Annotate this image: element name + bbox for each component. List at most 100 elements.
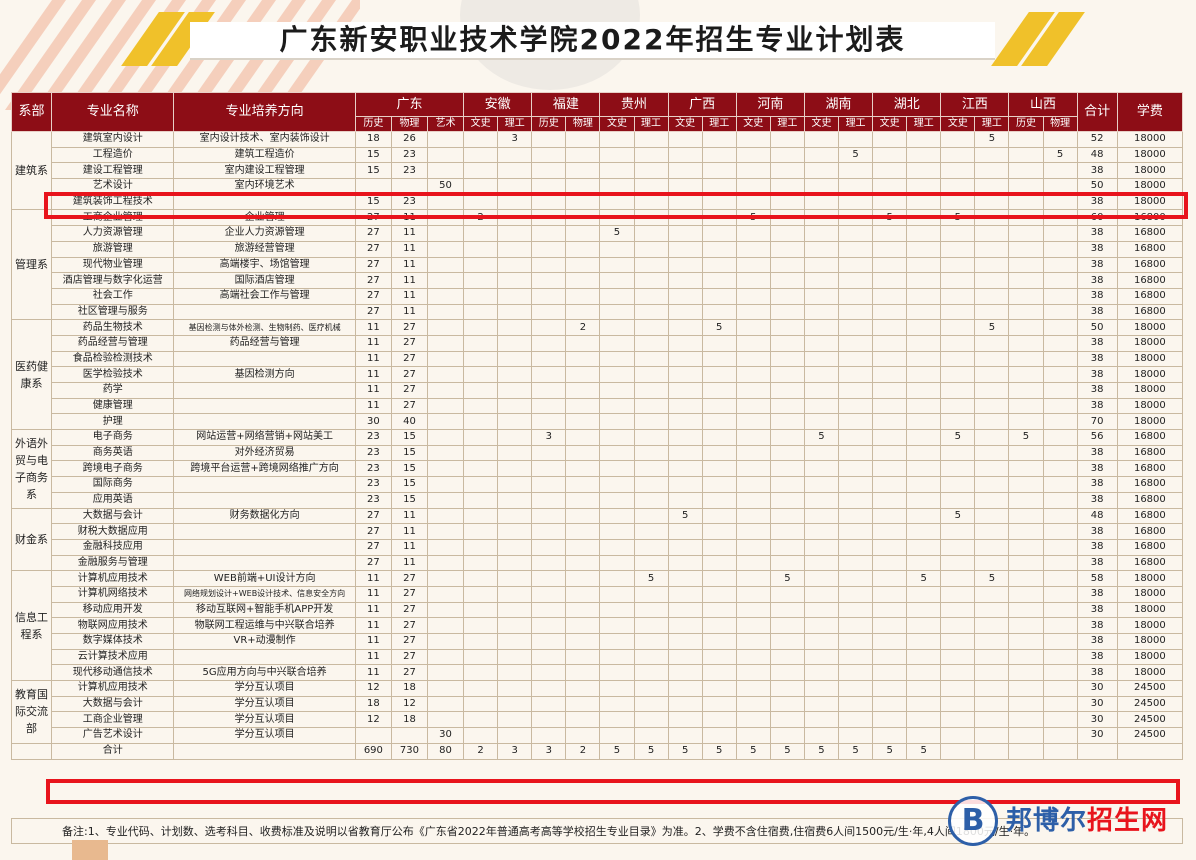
quota-cell [940,366,976,383]
quota-cell [838,382,874,399]
fee-cell: 16800 [1116,429,1184,446]
quota-cell [735,711,771,729]
quota-cell [354,727,392,744]
quota-cell [940,397,976,415]
quota-cell [906,240,942,258]
quota-cell: 18 [354,695,392,713]
fee-cell: 16800 [1116,240,1184,258]
dept-cell: 财金系 [10,507,53,572]
quota-cell [531,460,567,478]
quota-cell [974,491,1010,509]
header-dept: 系部 [10,92,53,132]
quota-cell [426,240,465,258]
quota-cell [599,507,635,525]
quota-cell [803,601,840,619]
quota-cell [735,476,771,493]
quota-cell [633,727,669,744]
fee-cell: 18000 [1116,131,1184,148]
quota-cell [872,585,908,603]
quota-cell [1042,272,1078,289]
quota-cell [497,319,533,336]
quota-cell [667,648,703,666]
subcol-header: 物理 [1042,116,1078,132]
fee-cell: 16800 [1116,256,1184,274]
quota-cell [803,695,840,713]
subcol-header: 理工 [633,116,669,132]
quota-cell [940,617,976,634]
quota-cell [565,664,601,682]
fee-cell: 16800 [1116,460,1184,478]
quota-cell [565,570,601,587]
direction-cell: 高端楼宇、场馆管理 [173,256,356,274]
subcol-header: 理工 [974,116,1010,132]
quota-cell [463,444,499,462]
quota-cell [701,727,737,744]
major-cell: 护理 [51,413,175,431]
quota-cell [838,334,874,352]
quota-cell [838,523,874,540]
quota-cell [463,538,499,556]
quota-cell [803,617,840,634]
quota-cell [497,272,533,289]
quota-cell: 5 [1008,429,1044,446]
quota-cell [565,554,601,572]
table-row: 现代物业管理 高端楼宇、场馆管理 27 11 38 16800 [12,256,1184,274]
totals-cell: 690 [354,742,392,760]
quota-cell [599,523,635,540]
quota-cell [701,225,737,242]
quota-cell [633,287,669,305]
watermark-logo-icon: B [948,796,998,846]
quota-cell [906,287,942,305]
quota-cell [565,523,601,540]
quota-cell: 11 [390,507,428,525]
quota-cell [735,350,771,368]
direction-cell: 药品经营与管理 [173,334,356,352]
quota-cell [803,272,840,289]
quota-cell [1008,350,1044,368]
quota-cell [940,727,976,744]
table-row: 财金系 大数据与会计 财务数据化方向 27 11 5 5 48 16800 [10,507,1184,572]
quota-cell [565,538,601,556]
quota-cell: 23 [354,460,392,478]
totals-cell: 3 [497,742,533,760]
quota-cell [531,523,567,540]
quota-cell [769,131,805,148]
quota-cell [633,146,669,164]
quota-cell [906,303,942,321]
quota-cell [974,633,1010,650]
quota-cell [701,131,737,148]
quota-cell: 5 [803,429,840,446]
quota-cell: 11 [354,397,392,415]
quota-cell [906,319,942,336]
quota-cell [906,256,942,274]
quota-cell [974,460,1010,478]
quota-cell [701,287,737,305]
quota-cell [633,601,669,619]
quota-cell [1042,617,1078,634]
quota-cell [667,460,703,478]
quota-cell [633,382,669,399]
quota-cell [872,617,908,634]
dept-cell: 管理系 [10,209,53,321]
dept-cell: 教育国际交流部 [10,680,53,744]
major-cell: 建设工程管理 [51,162,175,180]
quota-cell [463,382,499,399]
fee-cell: 24500 [1116,711,1184,729]
major-cell: 金融科技应用 [51,538,175,556]
table-row: 广告艺术设计 学分互认项目 30 30 24500 [12,727,1184,744]
quota-cell [735,633,771,650]
quota-cell [1042,256,1078,274]
quota-cell [769,256,805,274]
header-province-fujian: 福建 [531,92,601,117]
total-cell: 56 [1076,429,1118,446]
totals-empty-cell [173,742,356,760]
totals-cell: 730 [390,742,428,760]
table-row: 教育国际交流部 计算机应用技术 学分互认项目 12 18 30 24500 [10,680,1184,744]
quota-cell [531,413,567,431]
quota-cell [701,397,737,415]
quota-cell [735,287,771,305]
quota-cell [974,664,1010,682]
quota-cell [974,240,1010,258]
header-province-guangxi: 广西 [667,92,737,117]
quota-cell [565,711,601,729]
